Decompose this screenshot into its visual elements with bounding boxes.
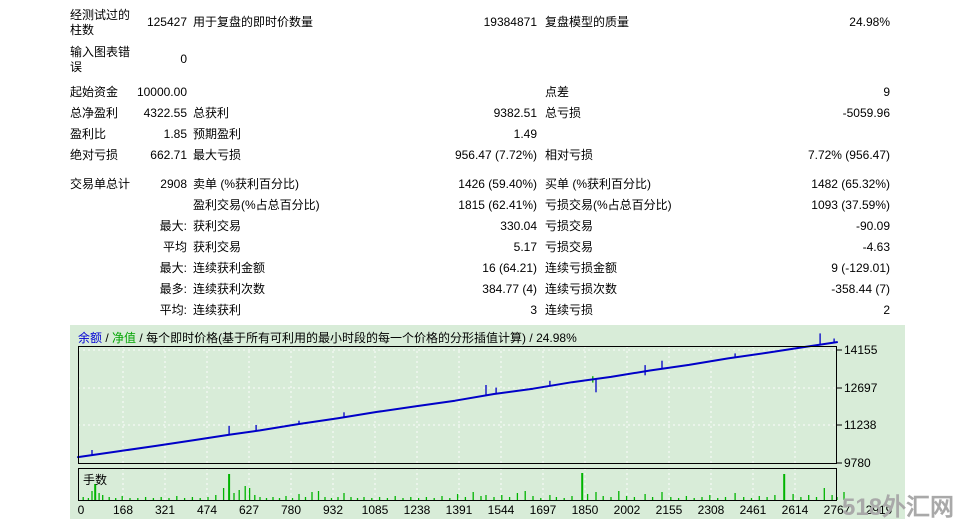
x-axis-tick-label: 168 [103,503,143,517]
stats-value: 0 [100,52,187,67]
x-axis-tick-label: 2461 [733,503,773,517]
x-axis-tick-label: 1697 [523,503,563,517]
x-axis-tick-label: 2155 [649,503,689,517]
x-axis-tick-label: 1544 [481,503,521,517]
stats-row: 输入图表错误0 [0,45,957,75]
stats-value: 3 [375,303,537,318]
lots-label: 手数 [83,471,107,488]
stats-value: 1.49 [375,127,537,142]
stats-value: 2908 [100,177,187,192]
y-axis-tick-label: 11238 [844,418,894,433]
chart-panel: 余额 / 净值 / 每个即时价格(基于所有可利用的最小时段的每一个价格的分形插值… [70,325,905,519]
stats-row: 经测试过的柱数125427用于复盘的即时价数量19384871复盘模型的质量24… [0,8,957,38]
stats-value: 2 [720,303,890,318]
y-axis-tick-label: 14155 [844,343,894,358]
stats-value: 1093 (37.59%) [720,198,890,213]
stats-value: 330.04 [375,219,537,234]
stats-value: 最多: [100,282,187,297]
stats-value: 384.77 (4) [375,282,537,297]
x-axis-tick-label: 1391 [439,503,479,517]
stats-table: 经测试过的柱数125427用于复盘的即时价数量19384871复盘模型的质量24… [0,0,957,325]
y-axis-tick-label: 9780 [844,456,894,471]
stats-value: 956.47 (7.72%) [375,148,537,163]
stats-value: 1426 (59.40%) [375,177,537,192]
x-axis-tick-label: 1238 [397,503,437,517]
stats-value: 4322.55 [100,106,187,121]
stats-value: 9 (-129.01) [720,261,890,276]
stats-value: 10000.00 [100,85,187,100]
x-axis-tick-label: 0 [61,503,101,517]
stats-value: 125427 [100,15,187,30]
stats-value: -4.63 [720,240,890,255]
stats-value: 19384871 [375,15,537,30]
stats-value: 7.72% (956.47) [720,148,890,163]
stats-value: -90.09 [720,219,890,234]
x-axis-tick-label: 2614 [775,503,815,517]
stats-value: 最大: [100,261,187,276]
stats-value: 662.71 [100,148,187,163]
stats-value: -5059.96 [720,106,890,121]
x-axis-tick-label: 1850 [565,503,605,517]
stats-value: 平均 [100,240,187,255]
x-axis-tick-label: 321 [145,503,185,517]
x-axis-tick-label: 627 [229,503,269,517]
x-axis-tick-label: 2002 [607,503,647,517]
x-axis-tick-label: 1085 [355,503,395,517]
stats-value: 1.85 [100,127,187,142]
stats-value: -358.44 (7) [720,282,890,297]
balance-curve-chart [70,325,905,519]
stats-value: 5.17 [375,240,537,255]
y-axis-tick-label: 12697 [844,381,894,396]
x-axis-tick-label: 2308 [691,503,731,517]
x-axis-tick-label: 780 [271,503,311,517]
x-axis-tick-label: 474 [187,503,227,517]
stats-row: 绝对亏损662.71最大亏损956.47 (7.72%)相对亏损7.72% (9… [0,148,957,178]
backtest-report: 经测试过的柱数125427用于复盘的即时价数量19384871复盘模型的质量24… [0,0,957,526]
watermark: 518外汇网 [842,487,954,522]
stats-value: 1482 (65.32%) [720,177,890,192]
stats-value: 16 (64.21) [375,261,537,276]
stats-value: 24.98% [720,15,890,30]
stats-value: 最大: [100,219,187,234]
stats-value: 9 [720,85,890,100]
stats-value: 9382.51 [375,106,537,121]
stats-value: 1815 (62.41%) [375,198,537,213]
stats-value: 平均: [100,303,187,318]
x-axis-tick-label: 932 [313,503,353,517]
